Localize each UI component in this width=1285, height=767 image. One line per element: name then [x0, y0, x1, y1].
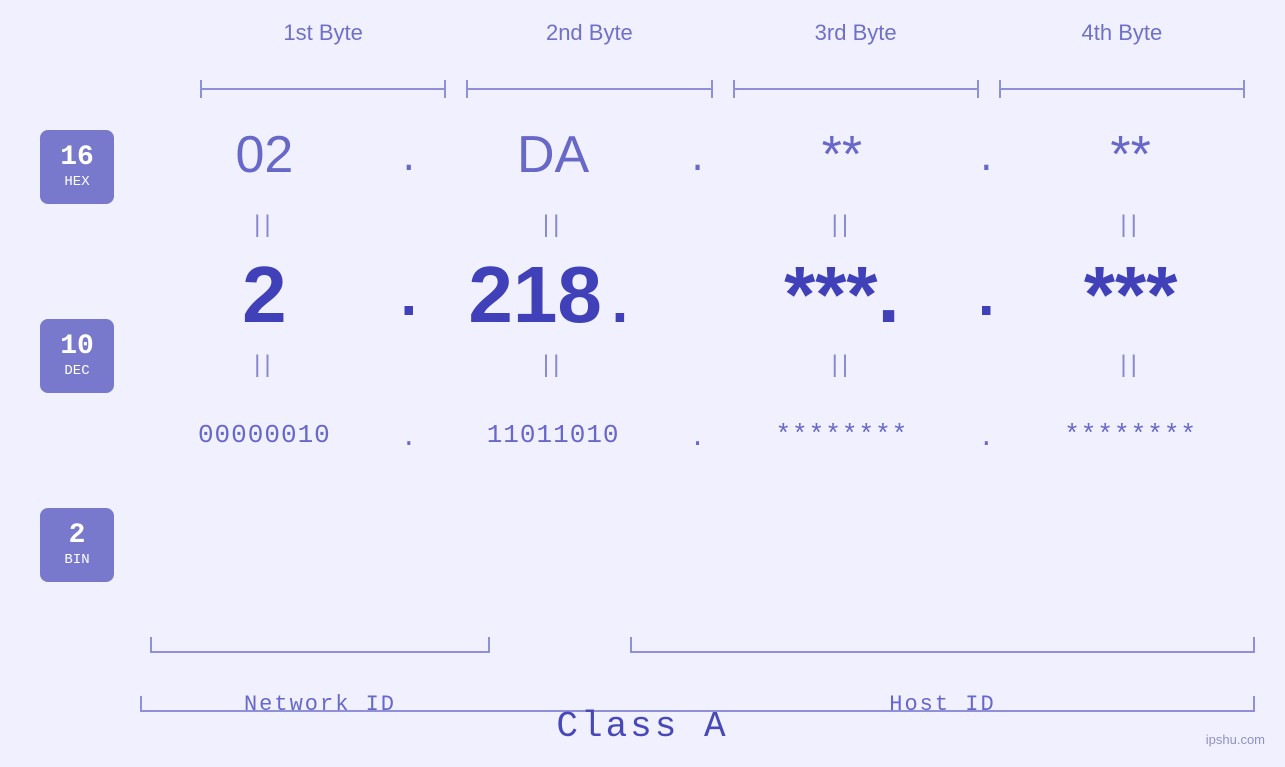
eq-1-3: ||: [718, 211, 967, 239]
hex-value-3: **: [822, 126, 862, 184]
bracket-2: [466, 80, 712, 98]
bin-cell-4: ********: [1006, 420, 1255, 450]
bin-badge: 2 BIN: [40, 508, 114, 582]
eq-2-4: ||: [1006, 351, 1255, 379]
hex-value-2: DA: [517, 126, 589, 184]
dec-value-2: 218: [468, 250, 601, 339]
bin-cell-1: 00000010: [140, 420, 389, 450]
bin-value-4: ********: [1064, 420, 1197, 450]
dec-cell-4: ***: [1006, 249, 1255, 341]
bottom-bracket-row: [140, 637, 1255, 657]
hex-dot-2: .: [678, 130, 718, 181]
class-a-label: Class A: [0, 706, 1285, 747]
byte-header-1: 1st Byte: [190, 20, 456, 46]
byte-header-3: 3rd Byte: [723, 20, 989, 46]
network-id-bracket: [150, 637, 490, 653]
host-id-bracket: [630, 637, 1255, 653]
hex-cell-4: **: [1006, 125, 1255, 185]
eq-1-2: ||: [429, 211, 678, 239]
bracket-row: [190, 80, 1255, 98]
eq-1-4: ||: [1006, 211, 1255, 239]
eq-2-3: ||: [718, 351, 967, 379]
hex-cell-3: **: [718, 125, 967, 185]
hex-value-4: **: [1110, 126, 1150, 184]
hex-cell-1: 02: [140, 125, 389, 185]
dec-cell-1: 2: [140, 249, 389, 341]
eq-row-1: || || || ||: [140, 205, 1255, 245]
hex-value-1: 02: [235, 126, 293, 184]
bin-row: 00000010 . 11011010 . ******** . *******…: [140, 385, 1255, 485]
dec-row: 2 . 218. ***. . ***: [140, 245, 1255, 345]
watermark: ipshu.com: [1206, 732, 1265, 747]
base-labels: 16 HEX 10 DEC 2 BIN: [40, 130, 114, 582]
dec-dot-2-empty: [678, 290, 718, 300]
bin-dot-2: .: [678, 418, 718, 453]
bracket-4: [999, 80, 1245, 98]
bin-value-2: 11011010: [487, 420, 620, 450]
dec-dot-3: .: [966, 256, 1006, 334]
byte-header-2: 2nd Byte: [456, 20, 722, 46]
dec-name: DEC: [64, 363, 89, 379]
bin-cell-2: 11011010: [429, 420, 678, 450]
hex-dot-3: .: [966, 130, 1006, 181]
dec-value-1: 2: [242, 250, 287, 339]
dec-badge: 10 DEC: [40, 319, 114, 393]
bin-dot-3: .: [966, 418, 1006, 453]
byte-headers: 1st Byte 2nd Byte 3rd Byte 4th Byte: [190, 20, 1255, 46]
bracket-1: [200, 80, 446, 98]
bin-cell-3: ********: [718, 420, 967, 450]
main-grid: 02 . DA . ** . ** || || || ||: [140, 105, 1255, 667]
bracket-3: [733, 80, 979, 98]
bin-value-3: ********: [775, 420, 908, 450]
bin-number: 2: [69, 522, 86, 550]
dec-dot-1: .: [389, 256, 429, 334]
hex-badge: 16 HEX: [40, 130, 114, 204]
byte-header-4: 4th Byte: [989, 20, 1255, 46]
eq-2-2: ||: [429, 351, 678, 379]
eq-row-2: || || || ||: [140, 345, 1255, 385]
dec-value-3: ***.: [784, 250, 900, 339]
dec-cell-3: ***.: [718, 249, 967, 341]
bin-dot-1: .: [389, 418, 429, 453]
bin-value-1: 00000010: [198, 420, 331, 450]
hex-number: 16: [60, 144, 94, 172]
hex-dot-1: .: [389, 130, 429, 181]
dec-number: 10: [60, 333, 94, 361]
main-container: 1st Byte 2nd Byte 3rd Byte 4th Byte 16 H…: [0, 0, 1285, 767]
hex-cell-2: DA: [429, 125, 678, 185]
bin-name: BIN: [64, 552, 89, 568]
hex-name: HEX: [64, 174, 89, 190]
eq-1-1: ||: [140, 211, 389, 239]
hex-row: 02 . DA . ** . **: [140, 105, 1255, 205]
dec-cell-2: 218.: [429, 249, 678, 341]
eq-2-1: ||: [140, 351, 389, 379]
dec-value-4: ***: [1084, 250, 1177, 339]
